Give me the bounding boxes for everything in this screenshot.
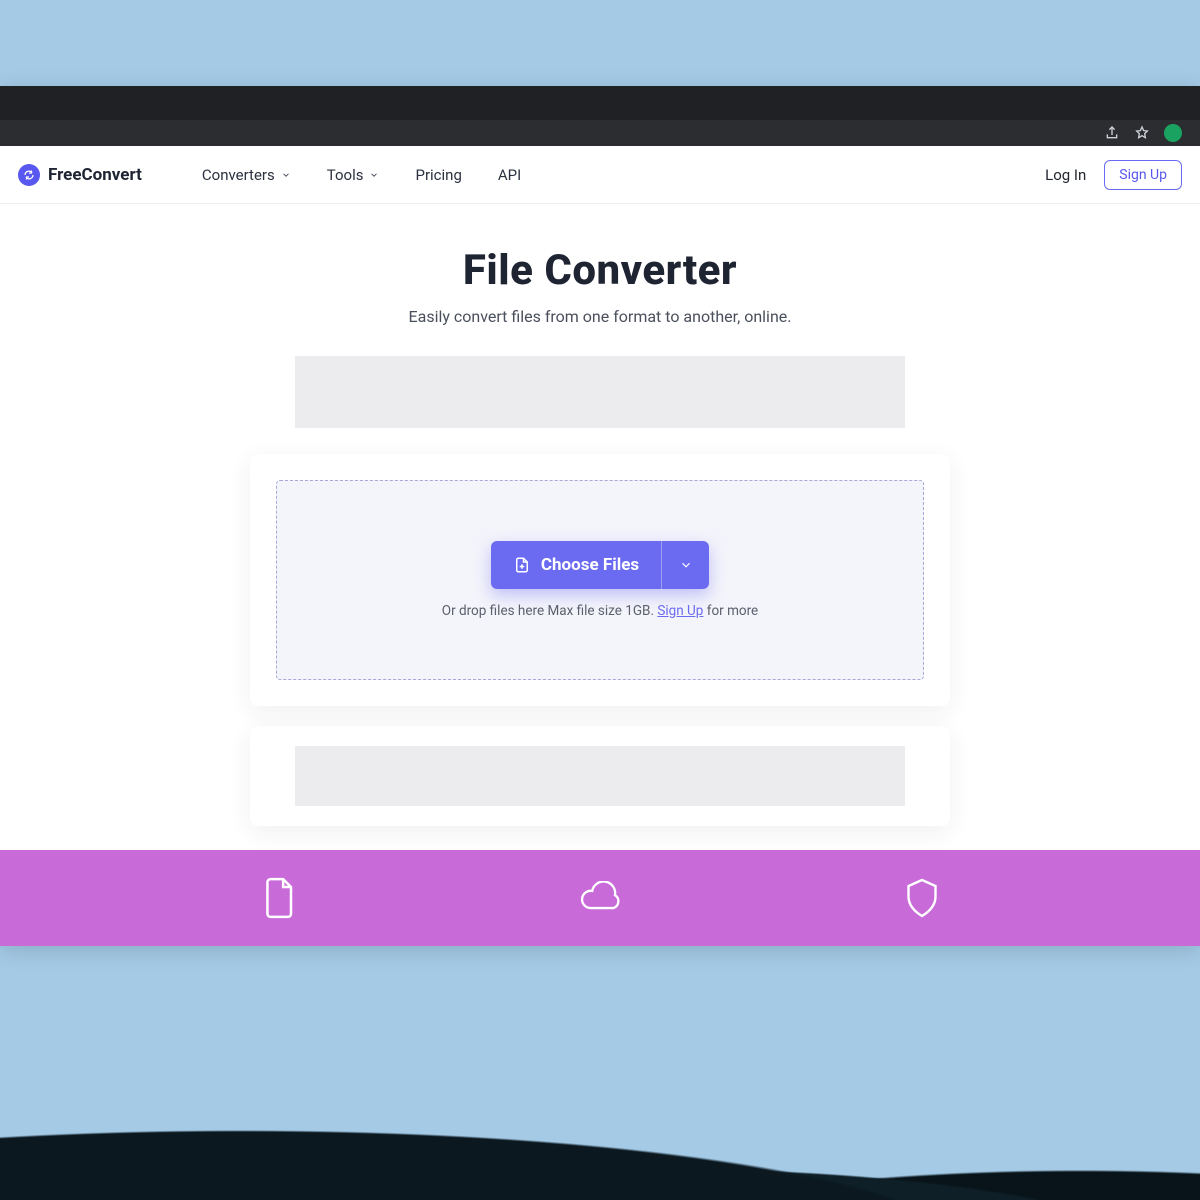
nav-item-label: API (498, 166, 521, 184)
nav-item-label: Tools (327, 166, 364, 184)
choose-files-label: Choose Files (541, 555, 639, 575)
drop-zone[interactable]: Choose Files Or drop files here Max file… (276, 480, 924, 680)
page-title: File Converter (0, 246, 1200, 295)
chevron-down-icon (281, 170, 291, 180)
drop-hint-pre: Or drop files here Max file size 1GB. (442, 603, 658, 619)
chevron-down-icon (369, 170, 379, 180)
drop-hint-signup-link[interactable]: Sign Up (657, 603, 703, 619)
drop-hint: Or drop files here Max file size 1GB. Si… (442, 603, 758, 619)
star-icon[interactable] (1134, 125, 1150, 141)
site-header: FreeConvert Converters Tools Pricing (0, 146, 1200, 204)
features-band (0, 850, 1200, 946)
drop-hint-post: for more (703, 603, 758, 619)
choose-files-more-button[interactable] (661, 541, 709, 589)
desktop-wallpaper-hills (0, 940, 1200, 1200)
cloud-icon (579, 881, 625, 915)
nav-converters[interactable]: Converters (202, 166, 291, 184)
extension-badge-icon[interactable] (1164, 124, 1182, 142)
file-icon (260, 876, 300, 920)
nav-right: Log In Sign Up (1045, 160, 1182, 190)
hero: File Converter Easily convert files from… (0, 246, 1200, 326)
browser-window: FreeConvert Converters Tools Pricing (0, 86, 1200, 946)
login-link[interactable]: Log In (1045, 166, 1086, 184)
page-content: FreeConvert Converters Tools Pricing (0, 146, 1200, 946)
nav-pricing[interactable]: Pricing (415, 166, 461, 184)
nav-api[interactable]: API (498, 166, 521, 184)
nav-center: Converters Tools Pricing API (202, 166, 521, 184)
chevron-down-icon (679, 558, 693, 572)
upload-card: Choose Files Or drop files here Max file… (250, 454, 950, 706)
ad-placeholder-bottom (295, 746, 905, 806)
secondary-card (250, 726, 950, 826)
browser-tabstrip[interactable] (0, 86, 1200, 120)
share-icon[interactable] (1104, 125, 1120, 141)
nav-item-label: Converters (202, 166, 275, 184)
nav-item-label: Pricing (415, 166, 461, 184)
brand-name: FreeConvert (48, 165, 142, 185)
choose-files: Choose Files (491, 541, 709, 589)
ad-placeholder-top (295, 356, 905, 428)
brand[interactable]: FreeConvert (18, 164, 142, 186)
page-subtitle: Easily convert files from one format to … (0, 307, 1200, 326)
choose-files-button[interactable]: Choose Files (491, 541, 661, 589)
file-add-icon (513, 556, 531, 574)
brand-logo-icon (18, 164, 40, 186)
browser-address-bar[interactable] (0, 120, 1200, 146)
nav-tools[interactable]: Tools (327, 166, 380, 184)
shield-icon (904, 877, 940, 919)
signup-button[interactable]: Sign Up (1104, 160, 1182, 190)
